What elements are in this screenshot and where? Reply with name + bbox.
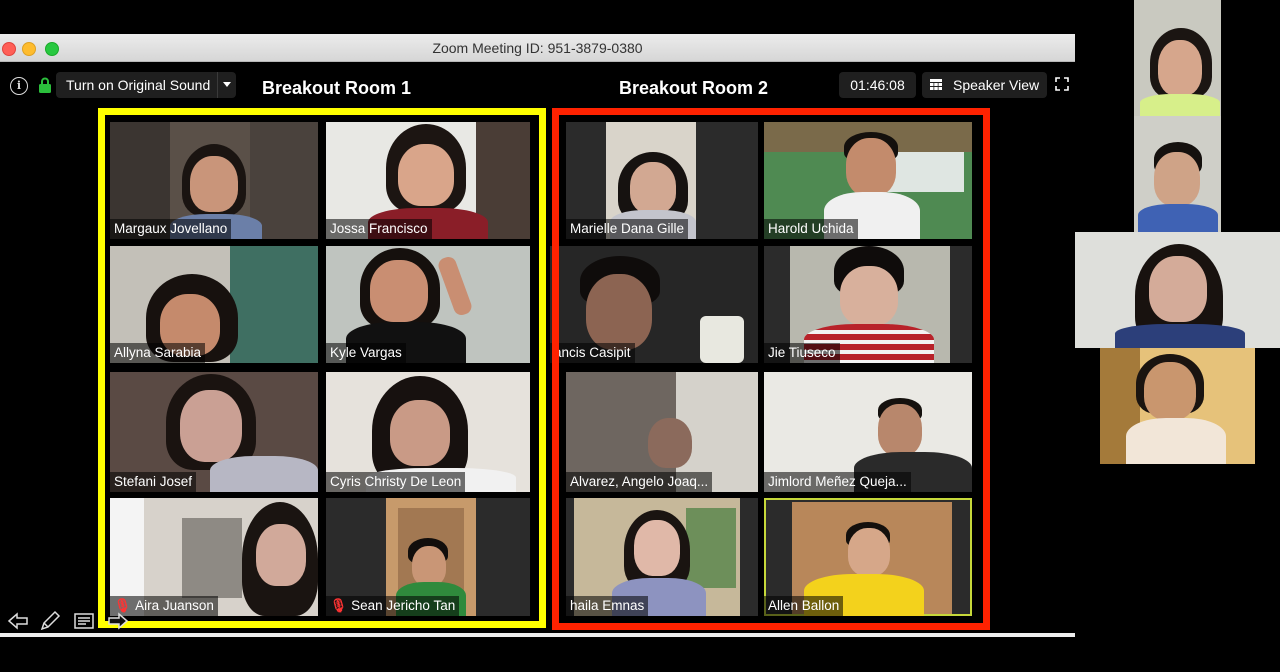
window-titlebar: Zoom Meeting ID: 951-3879-0380 bbox=[0, 34, 1075, 62]
speaker-view-button[interactable]: Speaker View bbox=[922, 72, 1047, 98]
chevron-down-icon[interactable] bbox=[217, 72, 236, 98]
breakout-room-1-label: Breakout Room 1 bbox=[262, 78, 412, 98]
original-sound-button[interactable]: Turn on Original Sound bbox=[56, 72, 236, 98]
notes-icon[interactable] bbox=[72, 609, 96, 633]
grid-icon bbox=[930, 79, 942, 90]
side-video-tile[interactable] bbox=[1134, 0, 1221, 116]
fullscreen-icon[interactable] bbox=[1055, 77, 1069, 91]
side-video-tile[interactable] bbox=[1075, 232, 1280, 348]
breakout-room-2-frame bbox=[552, 108, 990, 630]
arrow-right-icon[interactable] bbox=[106, 609, 130, 633]
breakout-room-2-label: Breakout Room 2 bbox=[619, 78, 769, 98]
screen: Zoom Meeting ID: 951-3879-0380 i Turn on… bbox=[0, 0, 1280, 672]
lock-icon[interactable] bbox=[38, 77, 52, 93]
breakout-room-1-frame bbox=[98, 108, 546, 628]
meeting-timer: 01:46:08 bbox=[839, 72, 916, 98]
info-icon[interactable]: i bbox=[10, 77, 28, 95]
side-video-tile[interactable] bbox=[1100, 348, 1255, 464]
speaker-view-label: Speaker View bbox=[953, 77, 1040, 93]
arrow-left-icon[interactable] bbox=[6, 609, 30, 633]
meeting-toolbar: i Turn on Original Sound 01:46:08 Speake… bbox=[0, 62, 1075, 107]
side-video-tile[interactable] bbox=[1134, 116, 1221, 232]
window-title: Zoom Meeting ID: 951-3879-0380 bbox=[432, 40, 643, 56]
divider bbox=[0, 633, 1075, 637]
pen-icon[interactable] bbox=[38, 609, 62, 633]
original-sound-label: Turn on Original Sound bbox=[66, 77, 211, 93]
